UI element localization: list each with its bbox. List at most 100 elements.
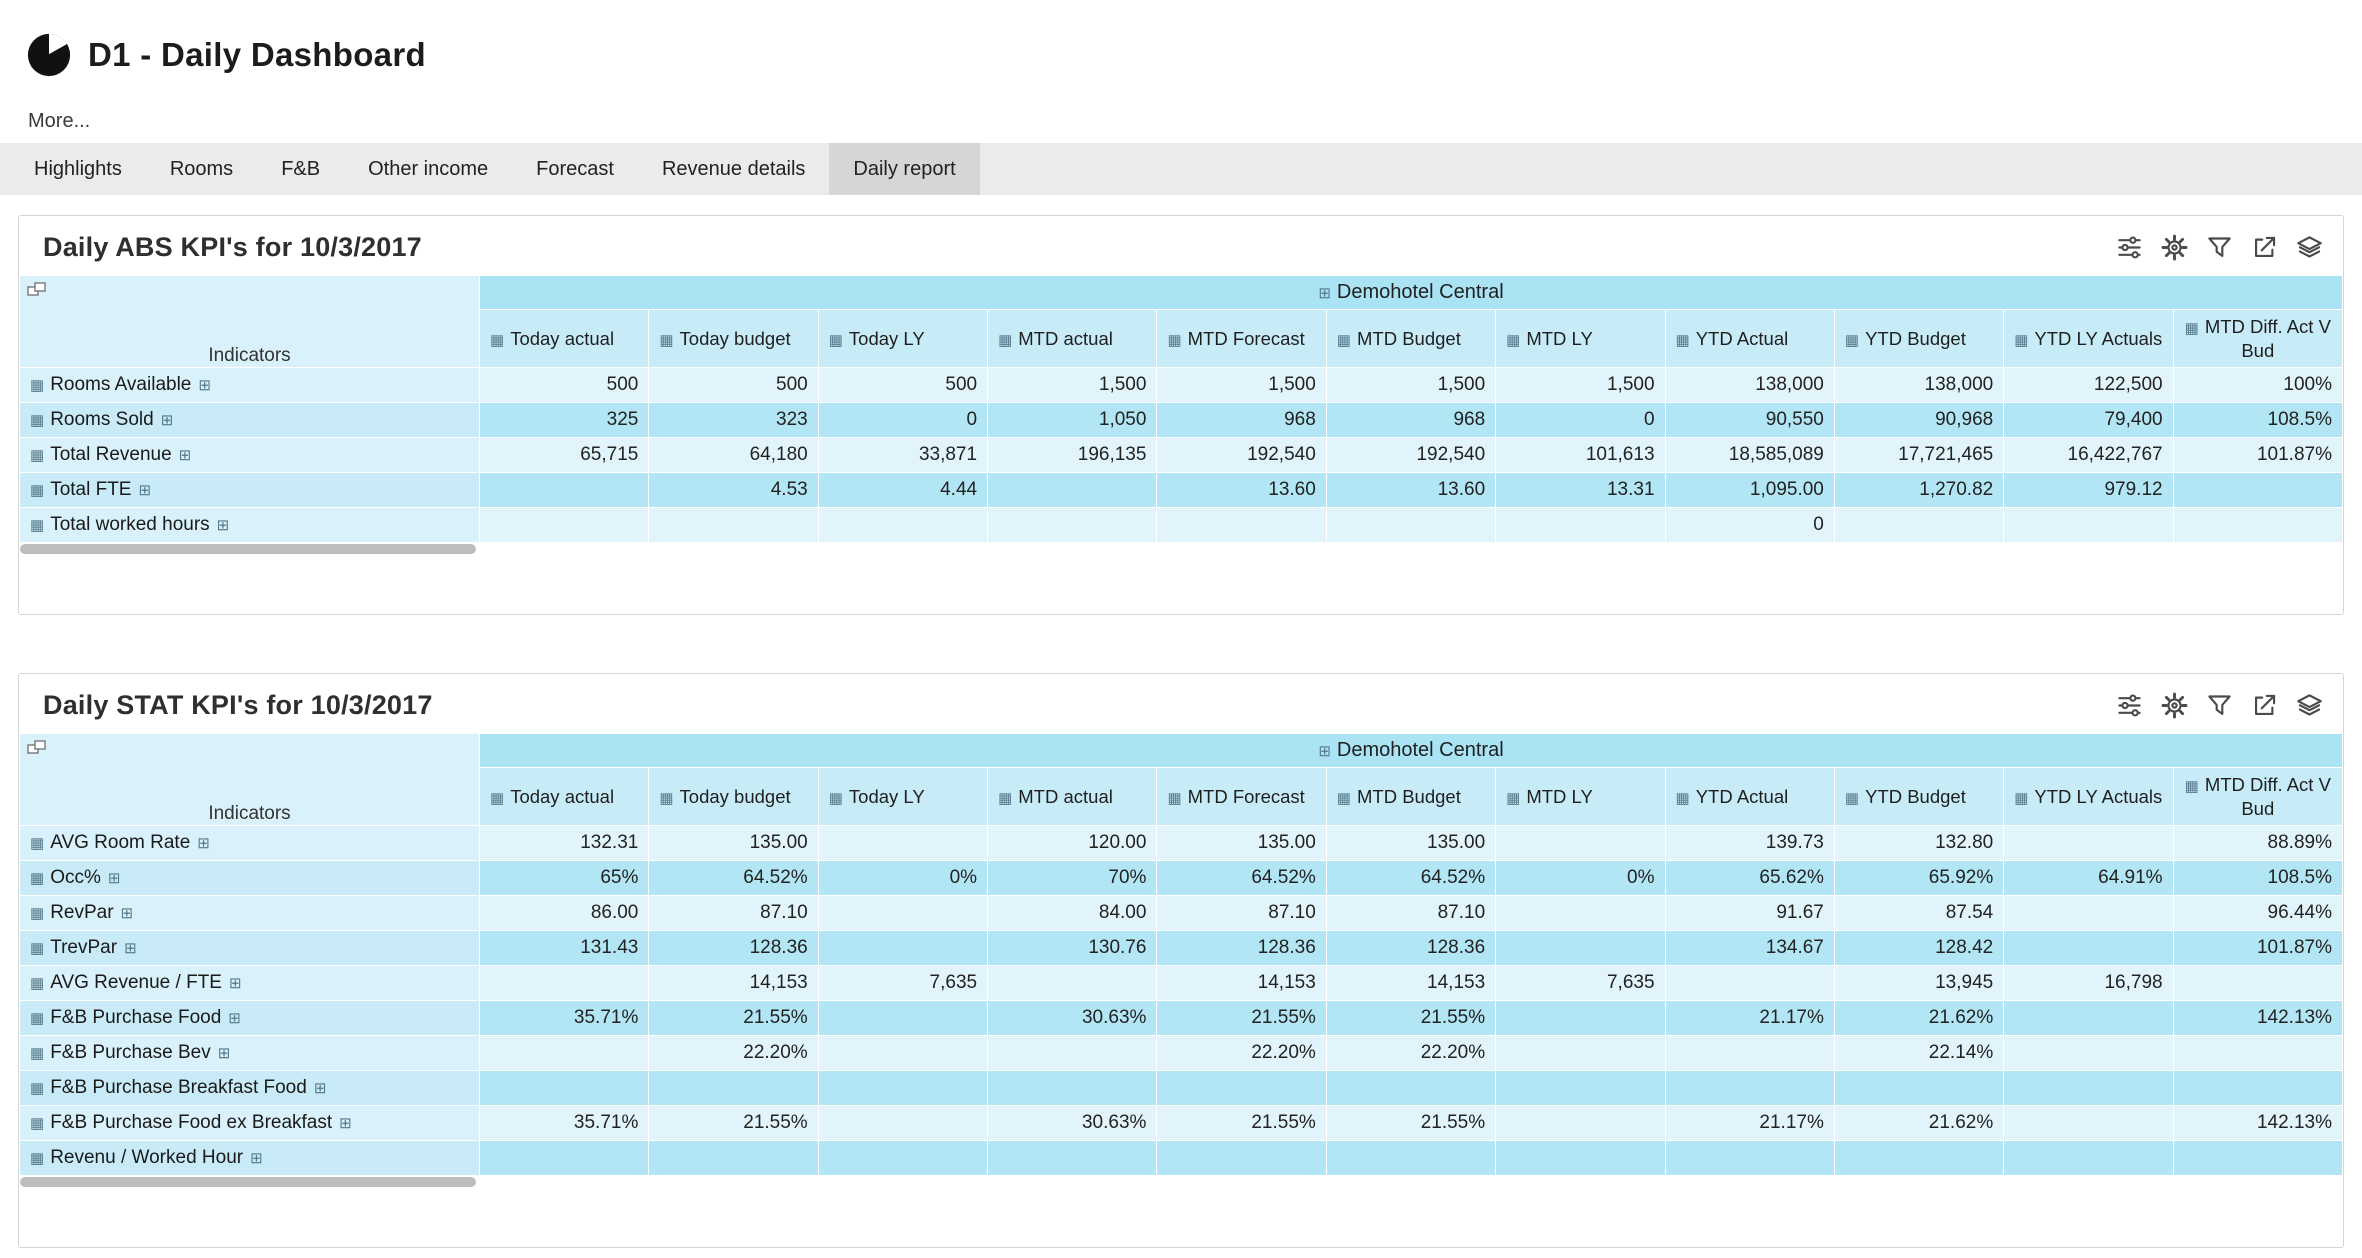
column-header[interactable]: ▦MTD Diff. Act V Bud — [2173, 768, 2342, 826]
horizontal-scrollbar[interactable] — [20, 1177, 476, 1187]
layers-icon[interactable] — [2296, 234, 2323, 261]
expand-icon[interactable]: ⊞ — [139, 482, 152, 499]
row-label-cell[interactable]: ▦AVG Room Rate⊞ — [20, 826, 480, 861]
row-label-cell[interactable]: ▦Revenu / Worked Hour⊞ — [20, 1141, 480, 1176]
expand-icon[interactable]: ⊞ — [161, 412, 174, 429]
expand-icon[interactable]: ⊞ — [217, 517, 230, 534]
value-cell — [988, 1071, 1157, 1106]
tune-icon[interactable] — [2116, 234, 2143, 261]
tab-rooms[interactable]: Rooms — [146, 143, 257, 195]
column-header[interactable]: ▦YTD Actual — [1665, 768, 1834, 826]
expand-icon[interactable]: ⊞ — [218, 1045, 231, 1062]
sheet-icon: ▦ — [998, 332, 1012, 349]
expand-icon[interactable]: ⊞ — [121, 905, 134, 922]
row-label-cell[interactable]: ▦Rooms Sold⊞ — [20, 403, 480, 438]
column-header[interactable]: ▦MTD LY — [1496, 768, 1665, 826]
column-header[interactable]: ▦YTD Budget — [1834, 310, 2003, 368]
tab-highlights[interactable]: Highlights — [10, 143, 146, 195]
panes-icon[interactable] — [27, 739, 47, 754]
tab-revenue-details[interactable]: Revenue details — [638, 143, 829, 195]
value-cell — [1665, 1141, 1834, 1176]
column-header[interactable]: ▦Today LY — [818, 768, 987, 826]
column-header[interactable]: ▦YTD LY Actuals — [2004, 768, 2173, 826]
value-cell — [2173, 1036, 2342, 1071]
row-label: Rooms Available — [50, 374, 191, 395]
row-label-cell[interactable]: ▦Total Revenue⊞ — [20, 438, 480, 473]
value-cell: 120.00 — [988, 826, 1157, 861]
column-header[interactable]: ▦MTD Diff. Act V Bud — [2173, 310, 2342, 368]
column-header[interactable]: ▦MTD Budget — [1326, 768, 1495, 826]
more-link[interactable]: More... — [28, 110, 2362, 133]
value-cell: 21.55% — [649, 1001, 818, 1036]
column-header[interactable]: ▦MTD actual — [988, 310, 1157, 368]
expand-icon[interactable]: ⊞ — [228, 1010, 241, 1027]
export-icon[interactable] — [2251, 234, 2278, 261]
tab-forecast[interactable]: Forecast — [512, 143, 638, 195]
expand-icon[interactable]: ⊞ — [1318, 743, 1331, 760]
expand-icon[interactable]: ⊞ — [339, 1115, 352, 1132]
column-header[interactable]: ▦MTD actual — [988, 768, 1157, 826]
tab-other-income[interactable]: Other income — [344, 143, 512, 195]
row-label-cell[interactable]: ▦Rooms Available⊞ — [20, 368, 480, 403]
row-label-cell[interactable]: ▦F&B Purchase Breakfast Food⊞ — [20, 1071, 480, 1106]
row-label-cell[interactable]: ▦RevPar⊞ — [20, 896, 480, 931]
expand-icon[interactable]: ⊞ — [108, 870, 121, 887]
value-cell: 100% — [2173, 368, 2342, 403]
value-cell: 14,153 — [1326, 966, 1495, 1001]
row-label-cell[interactable]: ▦F&B Purchase Food⊞ — [20, 1001, 480, 1036]
filter-icon[interactable] — [2206, 692, 2233, 719]
column-header[interactable]: ▦YTD LY Actuals — [2004, 310, 2173, 368]
group-header[interactable]: ⊞Demohotel Central — [480, 276, 2343, 310]
row-label-cell[interactable]: ▦TrevPar⊞ — [20, 931, 480, 966]
panes-icon[interactable] — [27, 281, 47, 296]
row-label-cell[interactable]: ▦AVG Revenue / FTE⊞ — [20, 966, 480, 1001]
expand-icon[interactable]: ⊞ — [229, 975, 242, 992]
value-cell — [1496, 1106, 1665, 1141]
column-header[interactable]: ▦MTD Forecast — [1157, 310, 1326, 368]
tab-daily-report[interactable]: Daily report — [829, 143, 979, 195]
filter-icon[interactable] — [2206, 234, 2233, 261]
expand-icon[interactable]: ⊞ — [124, 940, 137, 957]
column-header[interactable]: ▦YTD Actual — [1665, 310, 1834, 368]
expand-icon[interactable]: ⊞ — [1318, 285, 1331, 302]
column-header-label: MTD Forecast — [1188, 786, 1305, 807]
column-header[interactable]: ▦MTD LY — [1496, 310, 1665, 368]
column-header[interactable]: ▦Today budget — [649, 310, 818, 368]
row-label-cell[interactable]: ▦F&B Purchase Food ex Breakfast⊞ — [20, 1106, 480, 1141]
column-header[interactable]: ▦Today LY — [818, 310, 987, 368]
value-cell: 132.80 — [1834, 826, 2003, 861]
value-cell: 22.20% — [1157, 1036, 1326, 1071]
column-header-label: YTD LY Actuals — [2034, 786, 2162, 807]
value-cell: 21.62% — [1834, 1106, 2003, 1141]
row-label-cell[interactable]: ▦F&B Purchase Bev⊞ — [20, 1036, 480, 1071]
expand-icon[interactable]: ⊞ — [314, 1080, 327, 1097]
column-header[interactable]: ▦Today actual — [480, 768, 649, 826]
column-header[interactable]: ▦MTD Forecast — [1157, 768, 1326, 826]
gear-icon[interactable] — [2161, 692, 2188, 719]
row-label-cell[interactable]: ▦Occ%⊞ — [20, 861, 480, 896]
gear-icon[interactable] — [2161, 234, 2188, 261]
column-header[interactable]: ▦Today actual — [480, 310, 649, 368]
expand-icon[interactable]: ⊞ — [198, 377, 211, 394]
expand-icon[interactable]: ⊞ — [250, 1150, 263, 1167]
tune-icon[interactable] — [2116, 692, 2143, 719]
layers-icon[interactable] — [2296, 692, 2323, 719]
horizontal-scrollbar[interactable] — [20, 544, 476, 554]
row-label: F&B Purchase Bev — [50, 1042, 211, 1063]
tab-f-b[interactable]: F&B — [257, 143, 344, 195]
column-header[interactable]: ▦Today budget — [649, 768, 818, 826]
table-row: ▦Revenu / Worked Hour⊞ — [20, 1141, 2343, 1176]
value-cell: 65,715 — [480, 438, 649, 473]
export-icon[interactable] — [2251, 692, 2278, 719]
group-header[interactable]: ⊞Demohotel Central — [480, 734, 2343, 768]
row-label-cell[interactable]: ▦Total worked hours⊞ — [20, 508, 480, 543]
value-cell: 108.5% — [2173, 861, 2342, 896]
sheet-icon: ▦ — [1845, 332, 1859, 349]
expand-icon[interactable]: ⊞ — [197, 835, 210, 852]
value-cell: 13.60 — [1157, 473, 1326, 508]
value-cell: 4.53 — [649, 473, 818, 508]
column-header[interactable]: ▦MTD Budget — [1326, 310, 1495, 368]
column-header[interactable]: ▦YTD Budget — [1834, 768, 2003, 826]
row-label-cell[interactable]: ▦Total FTE⊞ — [20, 473, 480, 508]
expand-icon[interactable]: ⊞ — [179, 447, 192, 464]
